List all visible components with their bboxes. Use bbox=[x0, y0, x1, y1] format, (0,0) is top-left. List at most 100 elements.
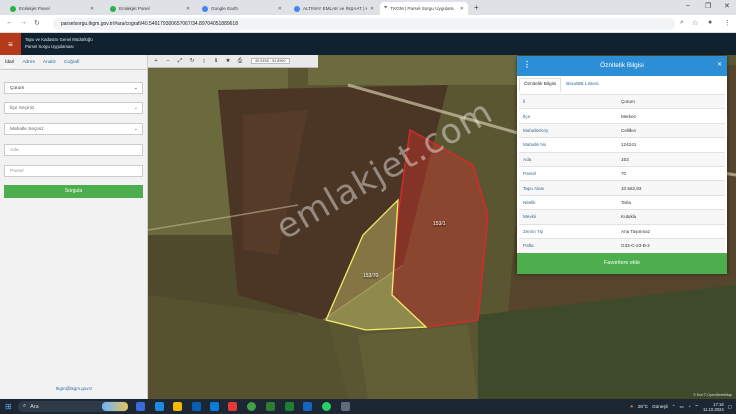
edge-icon[interactable] bbox=[155, 402, 164, 411]
task-view-icon[interactable] bbox=[136, 402, 145, 411]
attribute-row: Mahalle/Köy Celilkırı bbox=[519, 122, 725, 138]
excel-icon[interactable] bbox=[285, 402, 294, 411]
close-tab-icon[interactable]: ✕ bbox=[186, 6, 190, 12]
profile-icon[interactable]: ● bbox=[708, 19, 712, 26]
search-highlight-image bbox=[102, 402, 128, 411]
attribute-key: Parsel bbox=[519, 165, 617, 181]
add-to-favorites-button[interactable]: Favorilere ekle bbox=[517, 253, 727, 274]
browser-tab[interactable]: Google Earth ✕ bbox=[198, 2, 286, 15]
zoom-in-icon[interactable]: + bbox=[152, 58, 160, 64]
windows-taskbar: ⊞ ⌕ Ara ☀ 26°C Güneşli ⌃ ▭ ◔ ⌔ 17:16 11.… bbox=[0, 399, 736, 414]
neighborhood-select[interactable]: Mahalle Seçiniz ⌄ bbox=[4, 123, 143, 135]
reload-icon[interactable]: ↻ bbox=[34, 19, 40, 27]
chevron-up-icon[interactable]: ⌃ bbox=[672, 404, 676, 410]
bookmark-star-icon[interactable]: ☆ bbox=[692, 19, 698, 27]
browser-tab[interactable]: Emlakjet Panel ✕ bbox=[6, 2, 98, 15]
attribute-value: 124241 bbox=[617, 137, 725, 153]
fullscreen-icon[interactable]: ⤢ bbox=[176, 58, 184, 65]
clock[interactable]: 17:16 11.10.2024 bbox=[703, 402, 724, 412]
zoom-out-icon[interactable]: − bbox=[164, 58, 172, 64]
chrome-icon[interactable] bbox=[266, 402, 275, 411]
google-favicon bbox=[294, 5, 300, 12]
forward-icon[interactable]: → bbox=[20, 19, 27, 26]
attribute-value: Kutuklu bbox=[617, 209, 725, 225]
app-icon[interactable] bbox=[341, 402, 350, 411]
query-button[interactable]: Sorgula bbox=[4, 185, 143, 198]
tab-building-list[interactable]: Bina/BB Listesi bbox=[561, 78, 603, 92]
app-icon[interactable] bbox=[228, 402, 237, 411]
attribute-value: 153 bbox=[617, 151, 725, 167]
tab-title: Emlakjet Panel bbox=[119, 6, 150, 11]
weather-text: Güneşli bbox=[652, 404, 668, 409]
attribute-row: Ada 153 bbox=[519, 151, 725, 167]
mail-icon[interactable] bbox=[210, 402, 219, 411]
print-icon[interactable]: ⎙ bbox=[236, 58, 244, 65]
browser-tab-active[interactable]: ⌖ TKGM | Parsel Sorgu Uygulama ✕ bbox=[380, 2, 468, 15]
close-window-icon[interactable]: ✕ bbox=[724, 2, 730, 10]
district-select[interactable]: İlçe Seçiniz ⌄ bbox=[4, 102, 143, 114]
chevron-down-icon: ⌄ bbox=[133, 126, 138, 132]
close-icon[interactable]: ✕ bbox=[717, 61, 722, 68]
weather-temp: 26°C bbox=[637, 404, 649, 409]
attribute-key: Tapu Alanı bbox=[519, 180, 617, 196]
attribute-table: İl Çorum İlçe Merkez Mahalle/Köy Celilkırı Mah… bbox=[519, 93, 725, 253]
app-title: Parsel Sorgu Uygulaması bbox=[25, 44, 74, 49]
notifications-icon[interactable]: ▢ bbox=[728, 404, 732, 410]
close-tab-icon[interactable]: ✕ bbox=[90, 6, 94, 12]
panel-header: ⋮ Öznitelik Bilgisi ✕ bbox=[517, 56, 727, 76]
query-sidebar: İdari Adres Analiz Coğrafi Çorum ⌄ İlçe … bbox=[0, 55, 148, 399]
word-icon[interactable] bbox=[303, 402, 312, 411]
tab-attributes[interactable]: Öznitelik Bilgisi bbox=[519, 78, 562, 92]
taskbar-search[interactable]: ⌕ Ara bbox=[18, 401, 128, 412]
measure-icon[interactable]: ↨ bbox=[200, 58, 208, 64]
attribute-value: 70 bbox=[617, 165, 725, 181]
minimize-icon[interactable]: – bbox=[686, 2, 690, 9]
search-icon: ⌕ bbox=[23, 403, 27, 409]
url-input[interactable]: parselsorgu.tkgm.gov.tr/#ara/cografi/40.… bbox=[53, 18, 675, 30]
address-bar-row: ← → ↻ parselsorgu.tkgm.gov.tr/#ara/cogra… bbox=[0, 15, 736, 33]
zoom-icon[interactable]: ⌕ bbox=[680, 19, 684, 27]
chrome-icon[interactable] bbox=[247, 402, 256, 411]
clock-date: 11.10.2024 bbox=[703, 406, 724, 412]
close-tab-icon[interactable]: ✕ bbox=[278, 6, 282, 12]
emlakjet-favicon bbox=[10, 5, 16, 12]
refresh-icon[interactable]: ↻ bbox=[188, 58, 196, 64]
ada-input[interactable]: Ada bbox=[4, 144, 143, 156]
tab-idari[interactable]: İdari bbox=[5, 60, 15, 67]
attribute-value: Merkez bbox=[617, 108, 725, 124]
tab-cografi[interactable]: Coğrafi bbox=[64, 60, 79, 67]
volume-icon[interactable]: ◔ bbox=[688, 404, 691, 409]
store-icon[interactable] bbox=[192, 402, 201, 411]
file-explorer-icon[interactable] bbox=[173, 402, 182, 411]
attribute-key: İlçe bbox=[519, 108, 617, 124]
agency-title: Tapu ve Kadastro Genel Müdürlüğü bbox=[25, 37, 93, 42]
close-tab-icon[interactable]: ✕ bbox=[460, 6, 464, 12]
attribute-row: İlçe Merkez bbox=[519, 108, 725, 124]
search-label: Ara bbox=[30, 403, 39, 410]
windows-start-icon[interactable]: ⊞ bbox=[5, 402, 12, 411]
network-icon[interactable]: ▭ bbox=[680, 404, 684, 410]
browser-tab[interactable]: ALTINAY EMLAK ve İNŞAAT | Ka ✕ bbox=[290, 2, 378, 15]
contact-email-link[interactable]: tkgm@tkgm.gov.tr bbox=[0, 386, 148, 391]
close-tab-icon[interactable]: ✕ bbox=[370, 6, 374, 12]
back-icon[interactable]: ← bbox=[6, 19, 13, 26]
hamburger-menu-icon[interactable]: ≡ bbox=[0, 33, 21, 55]
info-icon[interactable]: ℹ bbox=[212, 58, 220, 64]
attribute-key: Mevkii bbox=[519, 209, 617, 225]
new-tab-button[interactable]: + bbox=[474, 3, 479, 12]
maximize-icon[interactable]: ❐ bbox=[705, 2, 711, 10]
attribute-key: Mahalle/Köy bbox=[519, 122, 617, 138]
tab-adres[interactable]: Adres bbox=[22, 60, 35, 67]
browser-tab[interactable]: Emlakjet Panel ✕ bbox=[106, 2, 194, 15]
attribute-value: Tarla bbox=[617, 194, 725, 210]
province-select[interactable]: Çorum ⌄ bbox=[4, 82, 143, 94]
attribute-panel: ⋮ Öznitelik Bilgisi ✕ Öznitelik Bilgisi … bbox=[517, 56, 727, 274]
wifi-icon[interactable]: ⌔ bbox=[695, 404, 699, 410]
parsel-input[interactable]: Parsel bbox=[4, 165, 143, 177]
weather-sun-icon: ☀ bbox=[629, 403, 634, 409]
favorite-star-icon[interactable]: ★ bbox=[224, 58, 232, 64]
attribute-row: Mevkii Kutuklu bbox=[519, 209, 725, 225]
whatsapp-icon[interactable] bbox=[322, 402, 331, 411]
browser-menu-icon[interactable]: ⋮ bbox=[724, 19, 731, 27]
tab-analiz[interactable]: Analiz bbox=[43, 60, 56, 67]
